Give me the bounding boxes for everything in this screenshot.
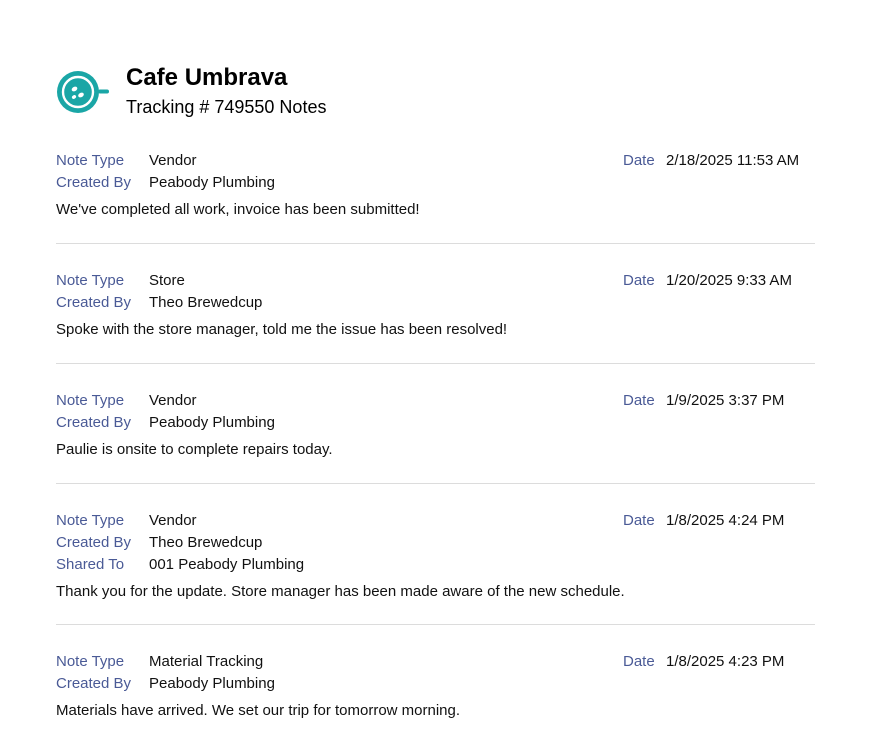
note-type-row: Note Type Material Tracking Date 1/8/202… xyxy=(56,652,815,674)
created-by-label: Created By xyxy=(56,534,132,551)
note-text: Thank you for the update. Store manager … xyxy=(56,583,625,600)
date-label: Date xyxy=(623,512,655,529)
note-type-value: Store xyxy=(149,272,185,289)
note-type-label: Note Type xyxy=(56,272,125,289)
note-item: Note Type Material Tracking Date 1/8/202… xyxy=(56,625,815,732)
note-type-row: Note Type Vendor Date 2/18/2025 11:53 AM xyxy=(56,151,815,173)
note-type-value: Vendor xyxy=(149,152,197,169)
note-type-value: Vendor xyxy=(149,392,197,409)
page-header: Cafe Umbrava Tracking # 749550 Notes xyxy=(56,62,816,122)
note-type-label: Note Type xyxy=(56,512,125,529)
note-type-row: Note Type Vendor Date 1/8/2025 4:24 PM xyxy=(56,511,815,533)
note-type-label: Note Type xyxy=(56,392,125,409)
created-by-row: Created By Peabody Plumbing xyxy=(56,173,815,195)
created-by-label: Created By xyxy=(56,174,132,191)
coffee-cup-icon xyxy=(57,71,109,113)
created-by-row: Created By Theo Brewedcup xyxy=(56,533,815,555)
note-type-label: Note Type xyxy=(56,152,125,169)
note-type-value: Vendor xyxy=(149,512,197,529)
date-value: 1/8/2025 4:23 PM xyxy=(666,653,785,670)
created-by-label: Created By xyxy=(56,294,132,311)
created-by-row: Created By Theo Brewedcup xyxy=(56,293,815,315)
shared-to-label: Shared To xyxy=(56,556,125,573)
note-type-row: Note Type Store Date 1/20/2025 9:33 AM xyxy=(56,271,815,293)
created-by-value: Peabody Plumbing xyxy=(149,675,275,692)
created-by-row: Created By Peabody Plumbing xyxy=(56,674,815,696)
note-item: Note Type Store Date 1/20/2025 9:33 AM C… xyxy=(56,244,815,364)
shared-to-row: Shared To 001 Peabody Plumbing xyxy=(56,555,815,577)
date-label: Date xyxy=(623,653,655,670)
shared-to-value: 001 Peabody Plumbing xyxy=(149,556,305,573)
page-title: Tracking # 749550 Notes xyxy=(126,97,327,117)
notes-list: Note Type Vendor Date 2/18/2025 11:53 AM… xyxy=(56,150,815,732)
created-by-value: Peabody Plumbing xyxy=(149,174,275,191)
note-type-row: Note Type Vendor Date 1/9/2025 3:37 PM xyxy=(56,391,815,413)
note-item: Note Type Vendor Date 1/8/2025 4:24 PM C… xyxy=(56,484,815,625)
created-by-value: Peabody Plumbing xyxy=(149,414,275,431)
note-text: Materials have arrived. We set our trip … xyxy=(56,702,461,719)
date-label: Date xyxy=(623,272,655,289)
note-text: Paulie is onsite to complete repairs tod… xyxy=(56,441,333,458)
date-value: 1/9/2025 3:37 PM xyxy=(666,392,785,409)
created-by-value: Theo Brewedcup xyxy=(149,294,263,311)
date-value: 1/20/2025 9:33 AM xyxy=(666,272,792,289)
note-type-label: Note Type xyxy=(56,653,125,670)
note-item: Note Type Vendor Date 1/9/2025 3:37 PM C… xyxy=(56,364,815,484)
created-by-label: Created By xyxy=(56,414,132,431)
date-label: Date xyxy=(623,152,655,169)
created-by-label: Created By xyxy=(56,675,132,692)
date-label: Date xyxy=(623,392,655,409)
note-item: Note Type Vendor Date 2/18/2025 11:53 AM… xyxy=(56,150,815,244)
note-text: Spoke with the store manager, told me th… xyxy=(56,321,508,338)
date-value: 1/8/2025 4:24 PM xyxy=(666,512,785,529)
note-text: We've completed all work, invoice has be… xyxy=(56,201,420,218)
created-by-row: Created By Peabody Plumbing xyxy=(56,413,815,435)
company-name: Cafe Umbrava xyxy=(126,64,288,91)
date-value: 2/18/2025 11:53 AM xyxy=(666,152,800,169)
created-by-value: Theo Brewedcup xyxy=(149,534,263,551)
note-type-value: Material Tracking xyxy=(149,653,264,670)
